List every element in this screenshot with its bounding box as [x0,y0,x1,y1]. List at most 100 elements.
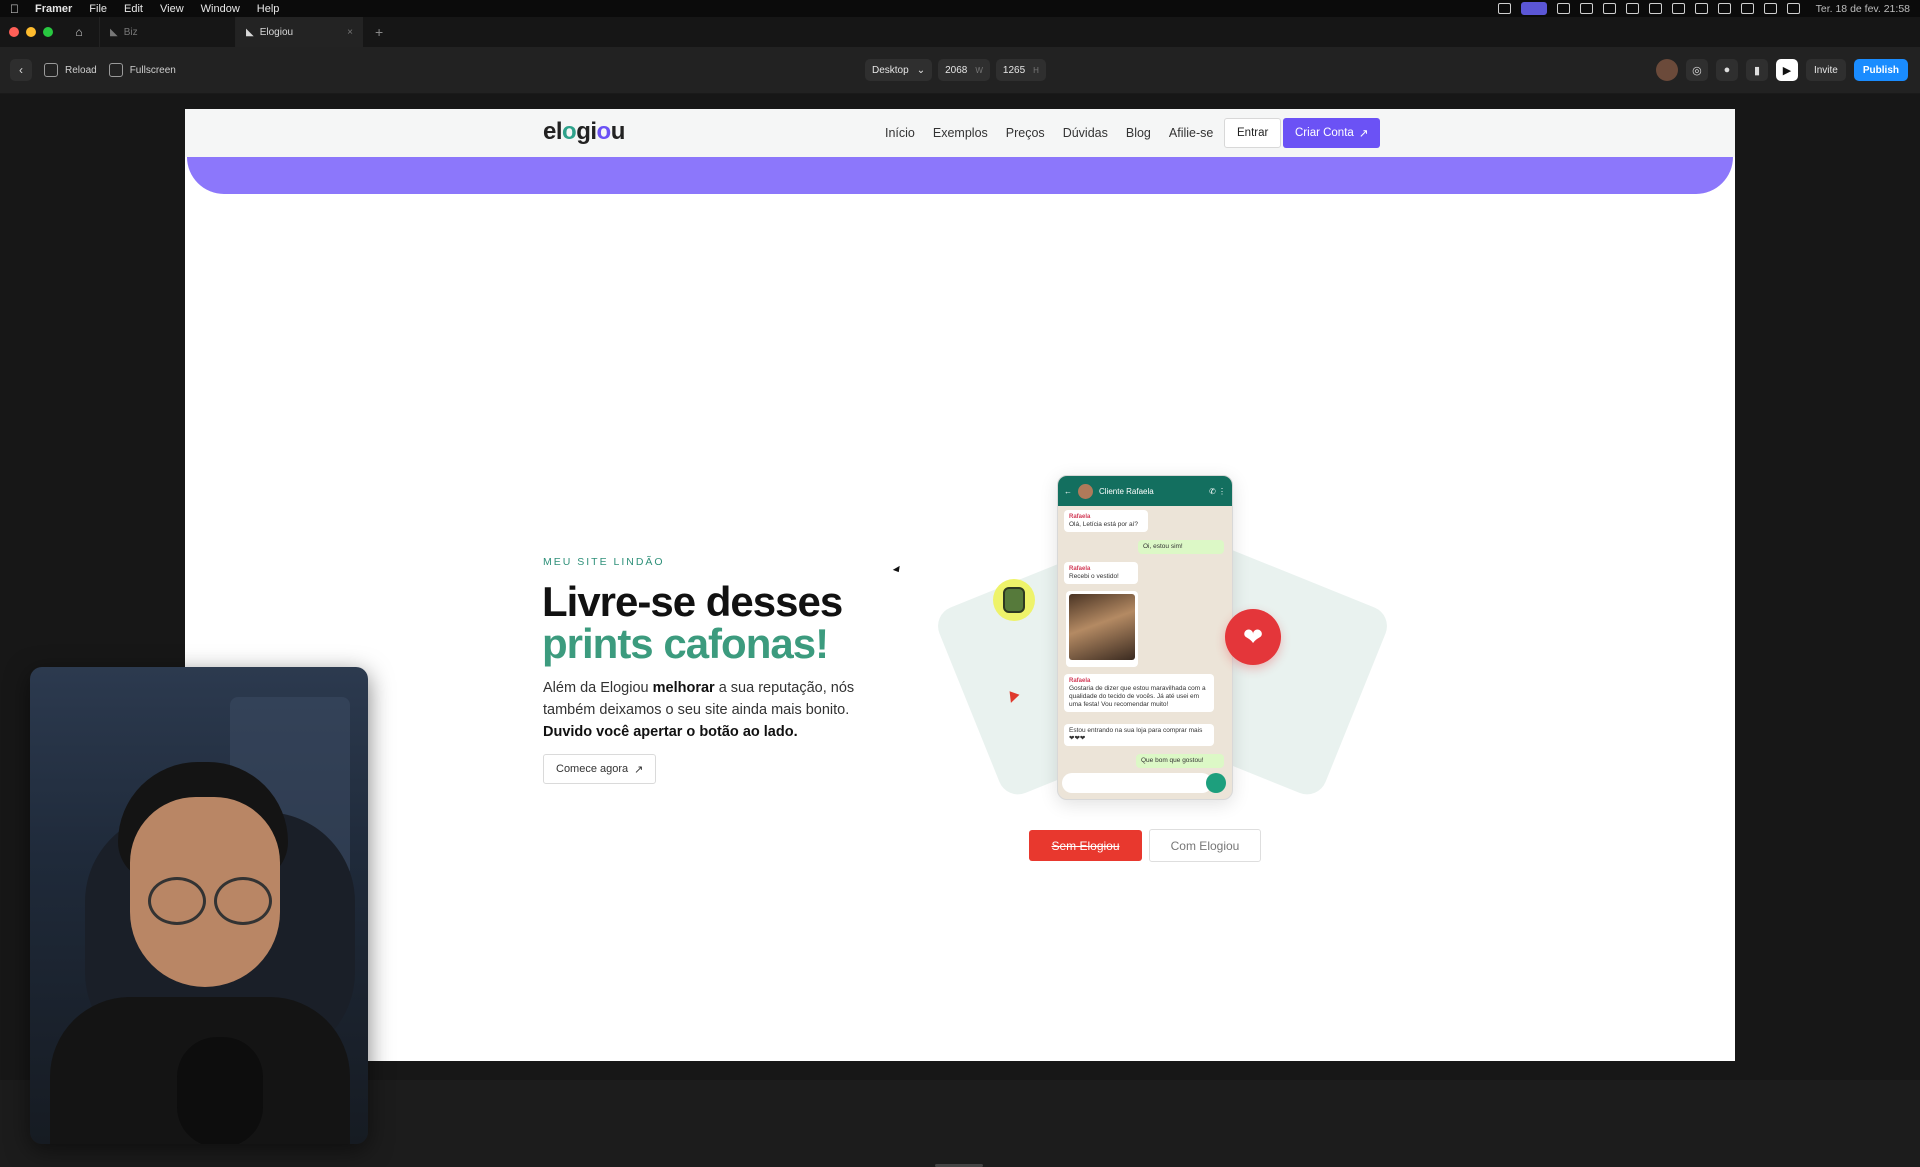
chat-message: Que bom que gostou! [1136,754,1224,768]
glasses-left [148,877,206,925]
tab-biz[interactable]: ◣ Biz [99,17,235,47]
viewport-controls: Desktop ⌄ 2068 W 1265 H [865,59,1046,81]
reload-icon [44,63,58,77]
headline-line1: Livre-se desses [542,578,843,625]
macos-menubar:  Framer File Edit View Window Help Ter.… [0,0,1920,17]
analytics-icon[interactable]: ▮ [1745,59,1768,81]
nav-inicio[interactable]: Início [885,126,915,140]
menu-view[interactable]: View [160,3,184,15]
sem-elogiou-toggle[interactable]: Sem Elogiou [1029,830,1142,861]
framer-icon: ◣ [110,26,118,38]
user-avatar[interactable] [1655,59,1678,81]
chat-message: Rafaela Gostaria de dizer que estou marav… [1064,674,1214,712]
section-eyebrow: MEU SITE LINDÃO [543,556,665,568]
bluetooth-icon[interactable] [1717,3,1731,14]
width-input[interactable]: 2068 W [938,59,990,81]
wifi-icon[interactable] [1763,3,1777,14]
preview-toolbar: ‹ Reload Fullscreen Desktop ⌄ 2068 W 126… [0,47,1920,94]
fullscreen-label: Fullscreen [129,64,176,76]
elogiou-logo[interactable]: elogiou [543,118,625,146]
breakpoint-value: Desktop [872,64,909,76]
window-controls [9,27,53,37]
height-unit: H [1033,65,1039,75]
status-icons: Ter. 18 de fev. 21:58 [1497,2,1910,15]
screen-share-icon[interactable] [1520,2,1547,15]
nav-blog[interactable]: Blog [1126,126,1151,140]
entrar-button[interactable]: Entrar [1224,118,1282,148]
chat-message: Rafaela Recebi o vestido! [1064,562,1138,584]
control-center-icon[interactable] [1786,3,1800,14]
battery-icon[interactable] [1740,3,1754,14]
reload-label: Reload [65,64,97,76]
tab-label: Biz [123,26,138,38]
apple-icon[interactable]:  [10,2,19,16]
contact-avatar [1078,483,1093,499]
menu-window[interactable]: Window [201,3,240,15]
nav-afilie-se[interactable]: Afilie-se [1169,126,1213,140]
cloud-icon[interactable] [1579,3,1593,14]
invite-button[interactable]: Invite [1805,59,1846,81]
tab-elogiou[interactable]: ◣ Elogiou × [235,17,363,47]
glasses-right [214,877,272,925]
nav-exemplos[interactable]: Exemplos [933,126,988,140]
tab-label: Elogiou [259,26,294,38]
tab-bar: ⌂ ◣ Biz ◣ Elogiou × + [0,17,1920,47]
breakpoint-select[interactable]: Desktop ⌄ [865,59,933,81]
home-icon[interactable]: ⌂ [67,22,91,42]
chat-message: Estou entrando na sua loja para comprar … [1064,724,1214,746]
monster-badge-icon [993,579,1035,621]
chat-message: Oi, estou sim! [1138,540,1224,554]
new-tab-button[interactable]: + [375,24,383,40]
globe-icon[interactable]: ◎ [1685,59,1708,81]
arrow-up-right-icon: ↗ [1358,128,1369,140]
reload-button[interactable]: Reload [44,63,97,77]
menu-edit[interactable]: Edit [124,3,143,15]
chat-header: ← Cliente Rafaela ✆ ⋮ [1058,476,1232,506]
display-icon[interactable] [1648,3,1662,14]
menu-help[interactable]: Help [257,3,280,15]
mouse-cursor-icon [892,565,903,575]
close-tab-icon[interactable]: × [347,27,353,38]
menu-file[interactable]: File [89,3,107,15]
height-input[interactable]: 1265 H [995,59,1046,81]
play-icon[interactable]: ▶ [1775,59,1798,81]
webcam-overlay [30,667,368,1144]
close-window-button[interactable] [9,27,19,37]
width-value: 2068 [945,64,968,76]
phone-icon: ✆ ⋮ [1209,486,1226,496]
back-arrow-icon: ← [1064,486,1072,496]
whatsapp-chat-mockup: ← Cliente Rafaela ✆ ⋮ Rafaela Olá, Letíci… [1057,475,1233,800]
volume-icon[interactable] [1694,3,1708,14]
menubar-clock[interactable]: Ter. 18 de fev. 21:58 [1816,3,1910,15]
com-elogiou-toggle[interactable]: Com Elogiou [1149,829,1261,862]
vpn-icon[interactable] [1625,3,1639,14]
mic-icon [1206,773,1226,793]
publish-button[interactable]: Publish [1853,59,1908,81]
zoom-window-button[interactable] [43,27,53,37]
keyboard-icon[interactable] [1556,3,1570,14]
framer-icon: ◣ [246,26,254,38]
layers-icon[interactable] [1671,3,1685,14]
comece-agora-button[interactable]: Comece agora ↗ [543,754,657,784]
contact-name: Cliente Rafaela [1099,486,1154,496]
record-icon[interactable]: ● [1715,59,1738,81]
fullscreen-button[interactable]: Fullscreen [108,63,176,77]
criar-conta-button[interactable]: Criar Conta ↗ [1283,118,1381,148]
section-paragraph: Além da Elogiou melhorar a sua reputação… [543,680,855,740]
purple-banner [187,157,1733,194]
headline-line2: prints cafonas! [542,620,829,667]
fullscreen-icon [108,63,123,77]
back-button[interactable]: ‹ [10,59,32,81]
menu-app-name[interactable]: Framer [35,3,72,15]
criar-conta-label: Criar Conta [1295,127,1354,139]
toolbar-actions: ◎ ● ▮ ▶ Invite Publish [1655,59,1908,81]
nav-precos[interactable]: Preços [1006,126,1045,140]
app-icon[interactable] [1602,3,1616,14]
nav-links: Início Exemplos Preços Dúvidas Blog Afil… [885,109,1213,157]
width-unit: W [975,65,983,75]
height-value: 1265 [1002,64,1026,76]
site-navbar: elogiou Início Exemplos Preços Dúvidas B… [185,109,1735,157]
control-icon[interactable] [1497,3,1511,14]
minimize-window-button[interactable] [26,27,36,37]
nav-duvidas[interactable]: Dúvidas [1063,126,1108,140]
